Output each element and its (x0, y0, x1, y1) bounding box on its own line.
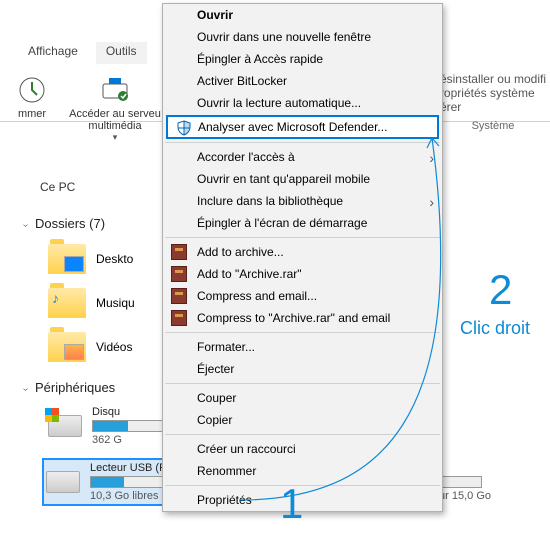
annotation-right-click: Clic droit (460, 318, 530, 339)
ctx-rename[interactable]: Renommer (163, 460, 442, 482)
ribbon-button-label: mmer (6, 108, 58, 120)
ribbon-link-manage[interactable]: érer (440, 100, 546, 114)
folder-music[interactable]: ♪ Musiqu (48, 288, 135, 318)
winrar-icon (171, 266, 187, 282)
annotation-step-1: 1 (280, 480, 303, 528)
ribbon-button-media[interactable]: Accéder au serveu multimédia ▾ (60, 74, 170, 143)
ctx-include-library[interactable]: Inclure dans la bibliothèque (163, 190, 442, 212)
ctx-bitlocker[interactable]: Activer BitLocker (163, 70, 442, 92)
folder-desktop[interactable]: Deskto (48, 244, 133, 274)
ctx-pin-quick-access[interactable]: Épingler à Accès rapide (163, 48, 442, 70)
ctx-rar-add-name[interactable]: Add to "Archive.rar" (163, 263, 442, 285)
section-header-devices[interactable]: › Périphériques (24, 380, 115, 395)
context-menu: Ouvrir Ouvrir dans une nouvelle fenêtre … (162, 3, 443, 512)
winrar-icon (171, 288, 187, 304)
ctx-give-access[interactable]: Accorder l'accès à (163, 146, 442, 168)
ctx-rar-email-name[interactable]: Compress to "Archive.rar" and email (163, 307, 442, 329)
ctx-rar-email[interactable]: Compress and email... (163, 285, 442, 307)
winrar-icon (171, 244, 187, 260)
ctx-open[interactable]: Ouvrir (163, 4, 442, 26)
ribbon-button-label: Accéder au serveu multimédia (60, 108, 170, 132)
folder-label: Deskto (96, 252, 133, 266)
ribbon-link-sysprops[interactable]: ropriétés système (440, 86, 546, 100)
ribbon-link-uninstall[interactable]: ésinstaller ou modifi (440, 72, 546, 86)
annotation-step-2: 2 (489, 266, 512, 314)
folder-label: Vidéos (96, 340, 132, 354)
tab-view[interactable]: Affichage (18, 42, 88, 64)
ctx-format[interactable]: Formater... (163, 336, 442, 358)
tab-tools[interactable]: Outils (96, 42, 147, 64)
defender-shield-icon (176, 120, 192, 136)
drive-icon (48, 415, 82, 437)
ribbon-group-label: Système (440, 120, 546, 132)
ctx-autoplay[interactable]: Ouvrir la lecture automatique... (163, 92, 442, 114)
breadcrumb[interactable]: Ce PC (40, 180, 75, 194)
ctx-rar-add[interactable]: Add to archive... (163, 241, 442, 263)
winrar-icon (171, 310, 187, 326)
ctx-copy[interactable]: Copier (163, 409, 442, 431)
ribbon-button-programmer[interactable]: mmer (6, 74, 58, 120)
ctx-cut[interactable]: Couper (163, 387, 442, 409)
section-header-folders[interactable]: › Dossiers (7) (24, 216, 105, 231)
drive-icon (46, 471, 80, 493)
ctx-open-new-window[interactable]: Ouvrir dans une nouvelle fenêtre (163, 26, 442, 48)
folder-videos[interactable]: Vidéos (48, 332, 132, 362)
folder-label: Musiqu (96, 296, 135, 310)
ctx-open-portable[interactable]: Ouvrir en tant qu'appareil mobile (163, 168, 442, 190)
chevron-down-icon: › (20, 224, 31, 227)
ctx-pin-start[interactable]: Épingler à l'écran de démarrage (163, 212, 442, 234)
ctx-create-shortcut[interactable]: Créer un raccourci (163, 438, 442, 460)
chevron-down-icon: › (20, 388, 31, 391)
ctx-defender-scan[interactable]: Analyser avec Microsoft Defender... (166, 115, 439, 139)
ctx-eject[interactable]: Éjecter (163, 358, 442, 380)
